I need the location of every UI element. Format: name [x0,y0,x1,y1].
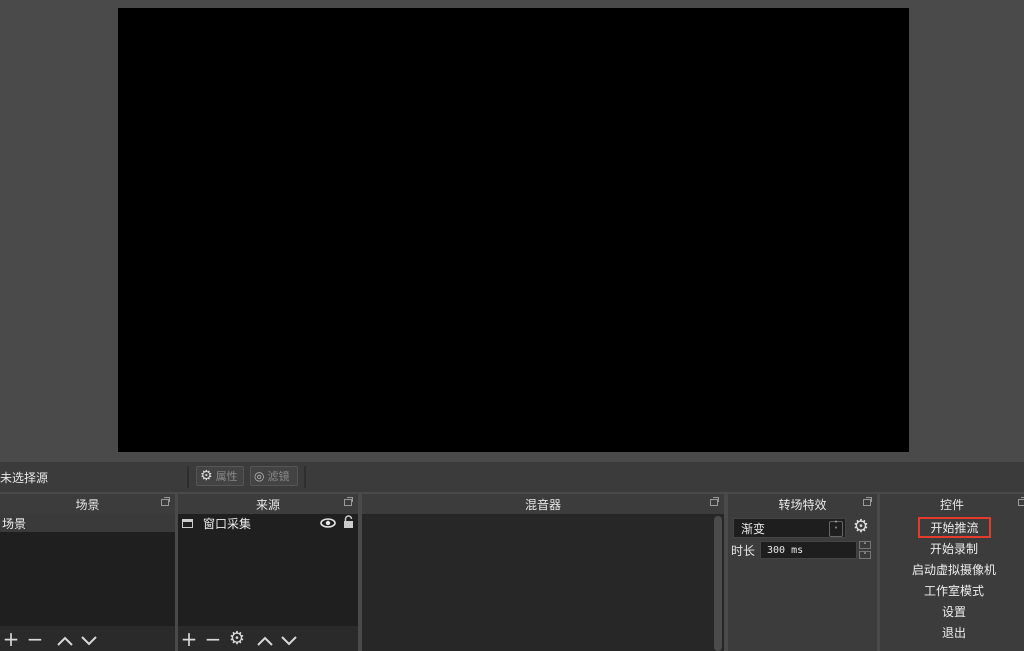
scenes-list[interactable]: 场景 [0,514,175,626]
start-recording-button[interactable]: 开始录制 [884,539,1024,558]
scenes-title: 场景 [75,497,100,512]
filters-label: 滤镜 [267,470,290,483]
list-item[interactable]: 窗口采集 [178,514,358,532]
gear-icon[interactable]: ⚙ [852,518,870,536]
button-label: 开始录制 [929,542,978,556]
chevron-down-icon[interactable] [280,629,298,649]
scenes-toolbar: + − [0,626,175,651]
lock-icon[interactable] [343,515,354,532]
chevron-up-icon[interactable] [256,629,274,649]
mixer-dock: 混音器 [362,494,724,651]
studio-mode-button[interactable]: 工作室模式 [884,581,1024,600]
button-label: 开始推流 [930,521,979,535]
minus-icon[interactable]: − [204,629,222,649]
source-name: 窗口采集 [203,516,252,531]
mixer-dock-title: 混音器 [362,494,724,514]
gear-icon: ⚙ [200,468,213,484]
controls-dock-title: 控件 [880,494,1024,514]
float-dock-icon[interactable] [710,497,719,506]
sources-dock: 来源 窗口采集 + − ⚙ [178,494,358,651]
filters-button[interactable]: ◎ 滤镜 [250,466,298,486]
list-item[interactable]: 场景 [0,514,175,532]
float-dock-icon[interactable] [1018,497,1024,506]
preview-canvas[interactable] [118,8,909,452]
sources-toolbar: + − ⚙ [178,626,358,651]
window-icon [182,518,193,528]
scenes-dock-title: 场景 [0,494,175,514]
plus-icon[interactable]: + [2,629,20,649]
plus-icon[interactable]: + [180,629,198,649]
no-source-label: 未选择源 [0,471,49,485]
context-separator [187,466,189,488]
scene-name: 场景 [2,516,27,531]
chevron-down-icon[interactable]: ˅ [859,551,871,560]
float-dock-icon[interactable] [863,497,872,506]
transitions-dock: 转场特效 渐变 ˄ ˅ ⚙ 时长 300 ms ˄ ˅ [728,494,877,651]
float-dock-icon[interactable] [344,497,353,506]
duration-label: 时长 [731,544,756,558]
properties-button[interactable]: ⚙ 属性 [196,466,244,486]
preview-area [0,0,1024,462]
mixer-title: 混音器 [524,497,561,512]
chevron-up-icon[interactable]: ˄ [859,541,871,550]
context-bar [0,462,1024,492]
scenes-dock: 场景 场景 + − [0,494,175,651]
chevron-down-icon[interactable] [80,629,98,649]
sources-list[interactable]: 窗口采集 [178,514,358,626]
transition-selected: 渐变 [741,521,766,536]
minus-icon[interactable]: − [26,629,44,649]
transition-select[interactable]: 渐变 ˄ ˅ [733,518,846,538]
gear-icon[interactable]: ⚙ [228,628,246,649]
button-label: 工作室模式 [923,584,984,598]
duration-input[interactable]: 300 ms [760,541,857,559]
chevron-up-icon[interactable] [56,629,74,649]
context-separator [304,466,306,488]
button-label: 启动虚拟摄像机 [911,563,996,577]
controls-title: 控件 [939,497,964,512]
mixer-scrollbar[interactable] [714,516,722,651]
start-virtual-camera-button[interactable]: 启动虚拟摄像机 [884,560,1024,579]
eye-icon[interactable] [320,517,336,531]
start-streaming-button[interactable]: 开始推流 [918,517,991,538]
float-dock-icon[interactable] [161,497,170,506]
controls-dock: 控件 开始推流 开始录制 启动虚拟摄像机 工作室模式 设置 退出 [880,494,1024,651]
exit-button[interactable]: 退出 [884,623,1024,642]
settings-button[interactable]: 设置 [884,602,1024,621]
up-down-icon: ˄ ˅ [829,521,843,537]
sources-title: 来源 [255,497,280,512]
properties-label: 属性 [215,470,238,483]
sources-dock-title: 来源 [178,494,358,514]
filter-icon: ◎ [254,469,265,483]
button-label: 退出 [941,626,966,640]
transitions-title: 转场特效 [778,497,827,512]
transitions-dock-title: 转场特效 [728,494,877,514]
button-label: 设置 [941,605,966,619]
duration-value: 300 ms [767,544,804,556]
